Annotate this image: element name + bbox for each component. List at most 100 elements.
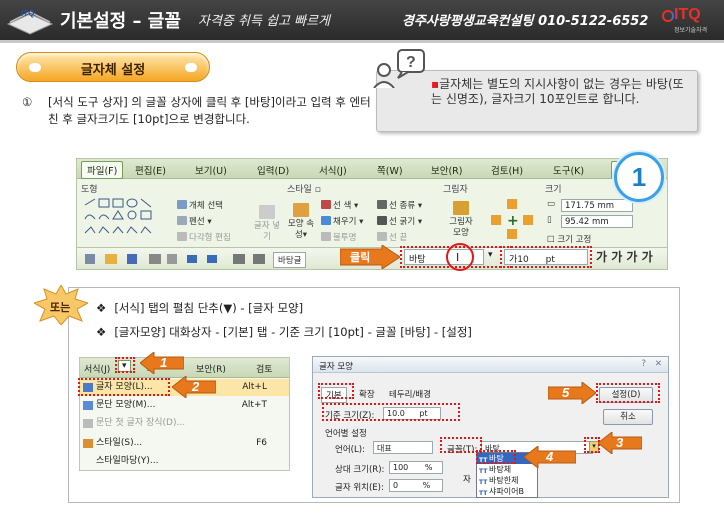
object-select-icon <box>177 200 187 209</box>
or-label: 또는 <box>50 301 71 314</box>
shape-gallery-icon[interactable] <box>83 197 163 243</box>
insert-text-tool[interactable]: 글자 넣기 <box>253 205 281 243</box>
char-spacing-label: 자 <box>463 475 471 485</box>
style-gallery-menu-item[interactable]: 스타일마당(Y)... <box>80 453 289 470</box>
step-1-text: [서식 도구 상자] 의 글꼴 상자에 클릭 후 [바탕]이라고 입력 후 엔터… <box>48 95 371 126</box>
menu-security-crop[interactable]: 보안(R) <box>196 362 226 375</box>
alt-line-2: ❖ [글자모양] 대화상자 - [기본] 탭 - 기준 크기 [10pt] - 글… <box>96 325 472 339</box>
menu-insert[interactable]: 입력(D) <box>257 163 289 177</box>
font-option-batanghan[interactable]: TT 바탕한체 <box>477 475 537 486</box>
width-icon: ▭ <box>547 199 556 209</box>
pen-tool[interactable]: 펜선 ▾ <box>177 215 212 227</box>
tab-extended[interactable]: 확장 <box>359 388 375 400</box>
style-select[interactable]: 바탕글 <box>273 252 307 268</box>
line-color-tool[interactable]: 선 색 ▾ <box>321 199 358 211</box>
text-cursor-icon: I <box>456 251 460 264</box>
callout-arrow-5-icon <box>548 382 596 404</box>
line-width-icon <box>377 216 387 225</box>
para-shape-icon <box>83 401 93 410</box>
click-label: 클릭 <box>350 251 371 264</box>
header-slogan: 자격증 취득 쉽고 빠르게 <box>198 14 330 29</box>
fix-size-checkbox[interactable]: ☐ 크기 고정 <box>547 233 591 245</box>
itq-logo-text: ITQ <box>674 6 701 23</box>
tip-body: 글자체는 별도의 지시사항이 없는 경우는 바탕(또는 신명조), 글자크기 1… <box>431 77 684 106</box>
tip-bullet: ▪ <box>431 77 440 91</box>
line-width-tool[interactable]: 선 굵기 ▾ <box>377 215 422 227</box>
style-icon <box>83 439 93 448</box>
position-label: 글자 위치(E): <box>335 483 384 493</box>
font-option-sapphire[interactable]: TT 샤파이어B <box>477 486 537 497</box>
menu-edit[interactable]: 편집(E) <box>135 163 166 177</box>
ratio-input[interactable]: 100 % <box>389 461 443 474</box>
fill-icon <box>321 216 331 225</box>
line-kind-icon <box>377 200 387 209</box>
line-end-tool[interactable]: 선 끝 <box>377 231 407 243</box>
shadow-tool[interactable]: 그림자 모양 <box>445 201 477 239</box>
menu-view[interactable]: 보기(U) <box>195 163 227 177</box>
book-logo-text: ITQ <box>21 9 34 18</box>
polygon-edit-tool[interactable]: 다각형 편집 <box>177 231 231 243</box>
header-org-contact: 경주사랑평생교육컨설팅 010-5122-6552 <box>402 14 649 29</box>
step-badge-1: 1 <box>614 152 664 202</box>
polygon-edit-icon <box>177 232 187 241</box>
svg-text:+: + <box>507 213 519 229</box>
object-select-tool[interactable]: 개체 선택 <box>177 199 223 211</box>
shadow-icon <box>453 201 469 215</box>
lang-group-label: 언어별 설정 <box>325 429 367 439</box>
line-color-icon <box>321 200 331 209</box>
height-field[interactable]: 95.42 mm <box>561 215 633 228</box>
line-end-icon <box>377 232 387 241</box>
font-option-highlight <box>476 450 516 464</box>
itq-ring-icon <box>662 10 674 22</box>
para-shape-menu-item[interactable]: 문단 모양(M)... Alt+T <box>80 397 289 414</box>
font-size-input[interactable]: 가10 pt <box>504 249 588 265</box>
shape-properties-icon <box>293 203 309 217</box>
lang-select[interactable]: 대표 <box>373 441 433 454</box>
line-kind-tool[interactable]: 선 종류 ▾ <box>377 199 422 211</box>
section-pill: 글자체 설정 <box>16 52 210 82</box>
step-1-number: ① <box>22 95 33 109</box>
fill-tool[interactable]: 채우기 ▾ <box>321 215 363 227</box>
pen-icon <box>177 216 187 225</box>
svg-text:?: ? <box>406 54 416 71</box>
group-shadow-label: 그림자 <box>443 185 468 195</box>
header-bar: ITQ 기본설정 – 글꼴 자격증 취득 쉽고 빠르게 경주사랑평생교육컨설팅 … <box>0 0 724 40</box>
font-dropdown-arrow[interactable]: ▾ <box>488 250 493 260</box>
expand-button-highlight <box>115 357 135 373</box>
basic-tab-highlight <box>318 383 354 399</box>
width-field[interactable]: 171.75 mm <box>561 199 633 212</box>
ratio-label: 상대 크기(R): <box>335 465 385 475</box>
book-logo-icon: ITQ <box>6 9 54 35</box>
shape-properties-tool[interactable]: 모양 속성▾ <box>287 203 315 241</box>
style-menu-item[interactable]: 스타일(S)... F6 <box>80 435 289 452</box>
format-menu-bar: 서식(J) ▾ 쪽 보안(R) 검토 <box>80 358 289 378</box>
menu-security[interactable]: 보안(R) <box>431 163 463 177</box>
opacity-tool[interactable]: 불투명 <box>321 231 356 243</box>
bold-italic-underline-buttons[interactable]: 가 가 가 가 <box>596 248 653 265</box>
menu-tools[interactable]: 도구(K) <box>553 163 584 177</box>
itq-logo: ITQ 정보기술자격 <box>660 6 720 36</box>
set-button-highlight <box>596 383 660 403</box>
shadow-direction-icon[interactable]: + <box>485 197 539 243</box>
menu-review-crop[interactable]: 검토 <box>256 362 273 375</box>
menu-review[interactable]: 검토(H) <box>491 163 523 177</box>
header-divider <box>0 40 724 43</box>
position-input[interactable]: 0 % <box>389 479 443 492</box>
cancel-button[interactable]: 취소 <box>603 409 653 425</box>
tab-border-bg[interactable]: 테두리/배경 <box>389 388 431 400</box>
alt-line-1: ❖ [서식] 탭의 펼침 단추(▼) - [글자 모양] <box>96 301 304 315</box>
close-icon[interactable]: ✕ <box>655 359 662 369</box>
menu-format[interactable]: 서식(J) <box>319 163 347 177</box>
cursor-circle-highlight <box>446 243 474 271</box>
menu-format-crop[interactable]: 서식(J) <box>84 362 110 375</box>
drop-cap-menu-item[interactable]: 문단 첫 글자 장식(D)... <box>80 415 289 432</box>
person-question-icon: ? <box>373 49 425 88</box>
help-icon[interactable]: ? <box>641 359 646 369</box>
group-size-label: 크기 <box>545 185 562 195</box>
base-size-highlight <box>322 403 460 421</box>
menu-page[interactable]: 쪽(W) <box>377 163 403 177</box>
tip-text: ▪글자체는 별도의 지시사항이 없는 경우는 바탕(또는 신명조), 글자크기 … <box>431 77 693 107</box>
drop-cap-icon <box>83 419 93 428</box>
menu-file[interactable]: 파일(F) <box>81 161 124 179</box>
standard-toolbar-icons[interactable] <box>83 252 269 266</box>
